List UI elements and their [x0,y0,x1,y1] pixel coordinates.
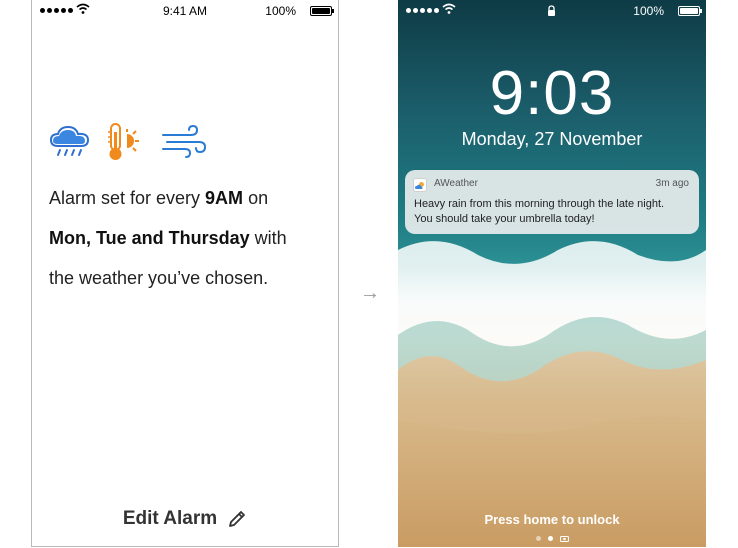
alarm-line1-pre: Alarm set for every [49,188,206,208]
page-indicator[interactable] [398,535,706,542]
battery-icon [678,6,702,16]
battery-percent: 100% [265,4,296,18]
battery-icon [310,6,334,16]
alarm-time: 9AM [205,188,244,208]
padlock-icon [548,5,555,16]
notification-line1: Heavy rain from this morning through the… [414,198,665,210]
lock-date: Monday, 27 November [461,129,643,149]
alarm-days: Mon, Tue and Thursday [49,228,250,248]
alarm-line3: the weather you’ve chosen. [49,268,269,288]
weather-icon-row [49,122,207,162]
notification-time: 3m ago [655,178,689,189]
camera-icon[interactable] [559,535,569,542]
alarm-line2-post: with [249,228,287,248]
pencil-icon [229,511,246,527]
lock-status-bar: 100% [398,0,706,22]
notification-line2: You should take your umbrella today! [414,213,595,225]
wifi-icon [442,3,456,14]
weather-notification[interactable]: AWeather 3m ago Heavy rain from this mor… [405,170,699,234]
alarm-phone-screen: 9:41 AM 100% Alarm set for every 9AM on … [31,0,339,547]
page-dot-active [547,536,553,541]
edit-alarm-label: Edit Alarm [122,508,218,529]
signal-dots-icon [406,8,439,13]
status-bar: 9:41 AM 100% [32,0,338,22]
unlock-hint: Press home to unlock [484,512,620,527]
transition-arrow-icon: → [360,282,380,304]
lock-clock: 9:03 [489,59,615,128]
edit-alarm-button[interactable]: Edit Alarm [32,508,338,530]
lock-screen: 100% 9:03 Monday, 27 November AWeather 3… [398,0,706,547]
alarm-summary: Alarm set for every 9AM on Mon, Tue and … [49,178,329,298]
notification-message: Heavy rain from this morning through the… [414,197,694,227]
wind-icon[interactable] [161,125,207,159]
rain-cloud-icon[interactable] [49,124,91,160]
thermometer-sun-icon[interactable] [105,122,147,162]
alarm-line1-post: on [243,188,269,208]
aweather-app-icon [413,178,427,192]
battery-percent: 100% [633,4,664,18]
page-dot [535,536,541,541]
notification-app-name: AWeather [434,178,478,189]
